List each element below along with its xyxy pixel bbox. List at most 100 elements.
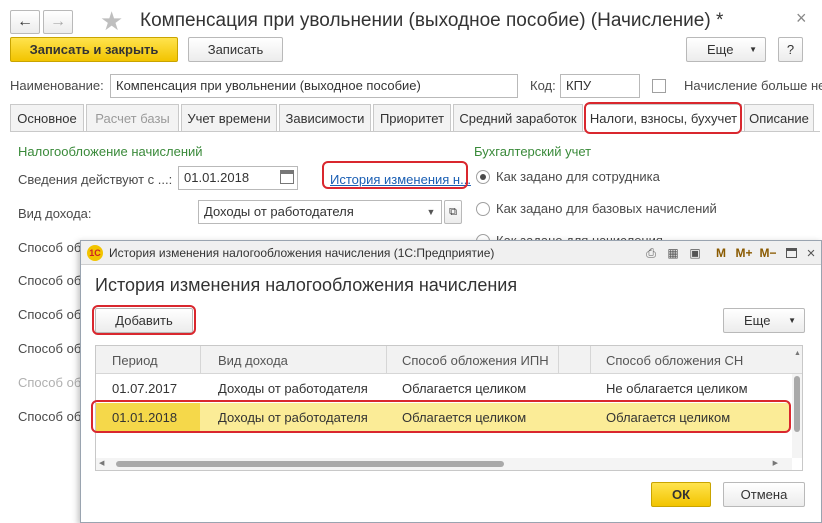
code-input[interactable]: КПУ [560, 74, 640, 98]
tab-label: Расчет базы [95, 110, 170, 126]
open-icon[interactable]: ⧉ [444, 200, 462, 224]
scroll-up-icon[interactable]: ▲ [794, 350, 801, 357]
history-dialog: 1С История изменения налогообложения нач… [80, 240, 822, 523]
tab-label: Описание [749, 110, 809, 126]
ok-label: ОК [671, 487, 691, 502]
tax-method-label-1: Способ об [18, 240, 82, 255]
radio-label-base-charges: Как задано для базовых начислений [496, 201, 717, 216]
taxation-header: Налогообложение начислений [18, 144, 203, 159]
more-charge-checkbox[interactable] [652, 79, 666, 93]
cell-income-type: Доходы от работодателя [218, 410, 368, 425]
tab-description[interactable]: Описание [744, 104, 814, 131]
accounting-header: Бухгалтерский учет [474, 144, 592, 159]
dialog-heading: История изменения налогообложения начисл… [95, 275, 518, 295]
help-icon: ? [786, 42, 795, 57]
cell-sn-method: Не облагается целиком [606, 381, 748, 396]
cell-ipn-method: Облагается целиком [402, 410, 527, 425]
tab-label: Налоги, взносы, бухучет [589, 111, 738, 126]
col-divider [590, 346, 591, 374]
close-icon[interactable]: × [803, 245, 819, 262]
cell-period: 01.07.2017 [112, 381, 178, 396]
history-link[interactable]: История изменения н... [330, 172, 471, 187]
save-label: Записать [207, 42, 264, 57]
tax-method-label-2: Способ об [18, 273, 82, 288]
tab-taxes-contributions-accounting[interactable]: Налоги, взносы, бухучет [585, 104, 742, 132]
arrow-right-icon: → [50, 13, 66, 30]
table-row[interactable]: 01.07.2017 Доходы от работодателя Облага… [96, 374, 790, 402]
cancel-button[interactable]: Отмена [723, 482, 805, 507]
save-button[interactable]: Записать [188, 37, 283, 62]
memory-m-icon[interactable]: M [713, 245, 729, 261]
cancel-label: Отмена [740, 487, 788, 502]
add-label: Добавить [115, 313, 173, 328]
column-header-period[interactable]: Период [112, 353, 158, 368]
forward-button[interactable]: → [43, 10, 73, 34]
print-icon[interactable]: ⎙ [643, 245, 659, 261]
chevron-down-icon[interactable]: ▼ [422, 201, 440, 223]
col-divider [558, 346, 559, 374]
name-input[interactable]: Компенсация при увольнении (выходное пос… [110, 74, 518, 98]
ok-button[interactable]: ОК [651, 482, 711, 507]
radio-as-for-base-charges[interactable] [476, 202, 490, 216]
cell-period: 01.01.2018 [112, 410, 178, 425]
code-label: Код: [530, 78, 556, 93]
vertical-scrollbar[interactable]: ▲ [792, 350, 802, 458]
scroll-thumb[interactable] [794, 376, 800, 432]
calendar-icon[interactable]: ▣ [687, 245, 703, 261]
back-button[interactable]: ← [10, 10, 40, 34]
tab-time-accounting[interactable]: Учет времени [181, 104, 277, 131]
tab-main[interactable]: Основное [10, 104, 84, 131]
tab-average-earnings[interactable]: Средний заработок [453, 104, 583, 131]
help-button[interactable]: ? [778, 37, 803, 62]
calculator-icon[interactable]: ▦ [665, 245, 681, 261]
tab-label: Основное [17, 110, 77, 126]
dialog-more-label: Еще [744, 313, 771, 328]
scroll-left-icon[interactable]: ◀ [99, 459, 104, 467]
more-charge-label: Начисление больше не [684, 78, 822, 93]
radio-label-employee: Как задано для сотрудника [496, 169, 660, 184]
maximize-icon[interactable] [783, 245, 799, 261]
valid-from-label: Сведения действуют с ...: [18, 172, 173, 187]
tax-method-label-3: Способ об [18, 307, 82, 322]
table-row-selected[interactable]: 01.01.2018 Доходы от работодателя Облага… [96, 403, 790, 431]
dialog-window-title: История изменения налогообложения начисл… [109, 246, 495, 260]
horizontal-scrollbar[interactable]: ◀ ▶ [96, 458, 792, 470]
more-button[interactable]: Еще ▼ [686, 37, 766, 62]
memory-minus-icon[interactable]: M− [757, 245, 779, 261]
add-button[interactable]: Добавить [95, 308, 193, 333]
cell-ipn-method: Облагается целиком [402, 381, 527, 396]
name-label: Наименование: [10, 78, 104, 93]
arrow-left-icon: ← [17, 13, 33, 30]
dialog-more-button[interactable]: Еще ▼ [723, 308, 805, 333]
dropdown-arrow-icon: ▼ [788, 316, 796, 325]
tax-method-label-4: Способ об [18, 341, 82, 356]
memory-plus-icon[interactable]: M+ [733, 245, 755, 261]
column-header-sn-method[interactable]: Способ обложения СН [606, 353, 743, 368]
col-divider [200, 346, 201, 374]
more-label: Еще [707, 42, 734, 57]
tab-priority[interactable]: Приоритет [373, 104, 451, 131]
window-title: Компенсация при увольнении (выходное пос… [140, 10, 724, 31]
save-and-close-label: Записать и закрыть [29, 42, 159, 57]
history-table: Период Вид дохода Способ обложения ИПН С… [95, 345, 803, 471]
save-and-close-button[interactable]: Записать и закрыть [10, 37, 178, 62]
radio-as-for-employee[interactable] [476, 170, 490, 184]
tax-method-label-6: Способ об [18, 409, 82, 424]
cell-sn-method: Облагается целиком [606, 410, 731, 425]
tab-label: Приоритет [379, 110, 445, 126]
tab-label: Зависимости [285, 110, 365, 126]
column-header-income-type[interactable]: Вид дохода [218, 353, 288, 368]
favorite-star-icon[interactable]: ★ [100, 6, 123, 37]
income-type-label: Вид дохода: [18, 206, 92, 221]
tab-base-calculation[interactable]: Расчет базы [86, 104, 179, 131]
column-header-ipn-method[interactable]: Способ обложения ИПН [402, 353, 549, 368]
cell-income-type: Доходы от работодателя [218, 381, 368, 396]
tab-dependencies[interactable]: Зависимости [279, 104, 371, 131]
close-icon[interactable]: × [796, 8, 807, 29]
dropdown-arrow-icon: ▼ [749, 45, 757, 54]
scroll-right-icon[interactable]: ▶ [773, 459, 778, 467]
calendar-icon[interactable] [280, 170, 294, 184]
scroll-thumb-horizontal[interactable] [116, 461, 504, 467]
income-type-select[interactable]: Доходы от работодателя [198, 200, 442, 224]
app-logo-icon: 1С [87, 245, 103, 261]
